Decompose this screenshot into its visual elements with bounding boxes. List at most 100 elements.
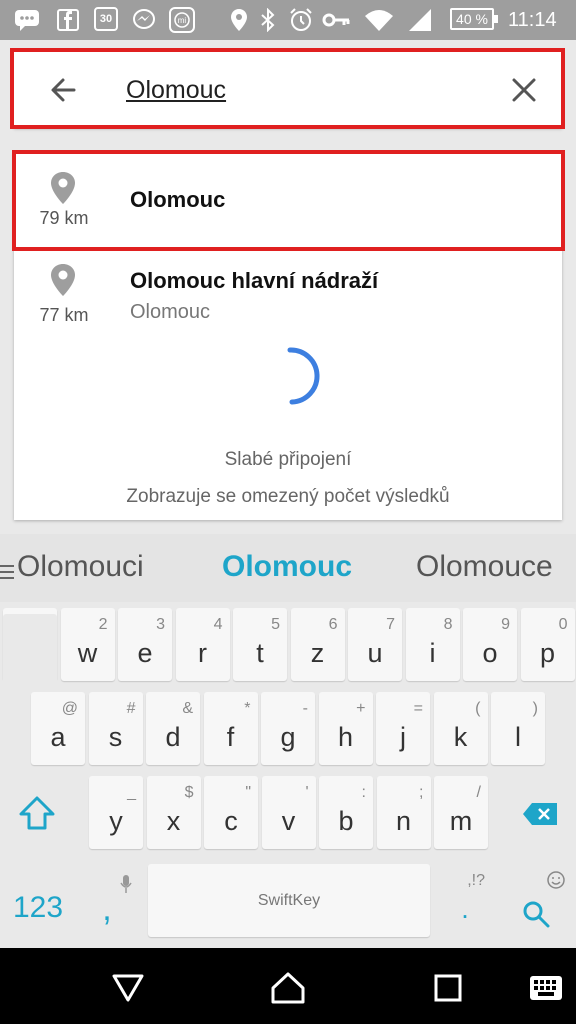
key-y[interactable]: _ y: [89, 776, 143, 849]
suggestion-left[interactable]: Olomouci: [17, 550, 144, 584]
key-l[interactable]: ) l: [491, 692, 545, 765]
nav-back-icon[interactable]: [108, 968, 148, 1008]
key-alt-label: ;: [419, 784, 424, 801]
key-d[interactable]: & d: [146, 692, 200, 765]
navigation-bar: [0, 948, 576, 1024]
key-o[interactable]: 9o: [463, 608, 517, 681]
key-k[interactable]: (k: [433, 692, 488, 765]
location-pin-icon: [51, 264, 75, 296]
result-item[interactable]: 79 km Olomouc: [14, 153, 562, 248]
key-r[interactable]: 4r: [175, 608, 230, 681]
key-u[interactable]: 7u: [348, 608, 402, 681]
key-label: j: [400, 722, 406, 752]
result-title: Olomouc hlavní nádraží: [130, 268, 379, 293]
key-alt-label: @: [61, 700, 78, 717]
key-e[interactable]: 3e: [118, 608, 172, 681]
key-n[interactable]: ; n: [376, 776, 431, 849]
result-subtitle: Olomouc: [130, 301, 211, 323]
key-a[interactable]: @ a: [31, 692, 85, 765]
key-x[interactable]: $ x: [146, 776, 201, 849]
space-key[interactable]: SwiftKey: [148, 864, 430, 937]
key-g[interactable]: -g: [261, 692, 315, 765]
keyboard-switch-icon[interactable]: [526, 968, 566, 1008]
key-label: n: [395, 806, 412, 836]
key-t[interactable]: 5t: [233, 608, 287, 681]
back-button[interactable]: [44, 70, 84, 110]
suggestion-right[interactable]: Olomouce: [416, 550, 553, 584]
result-title: Olomouc: [130, 187, 226, 212]
menu-icon[interactable]: [0, 564, 14, 585]
location-icon: [230, 7, 248, 33]
key-alt-label: =: [413, 700, 423, 717]
wifi-icon: [364, 7, 394, 33]
key-label: u: [367, 638, 383, 668]
numbers-key[interactable]: 123: [3, 864, 73, 937]
connection-status-title: Slabé připojení: [224, 449, 352, 470]
key-f[interactable]: * f: [203, 692, 258, 765]
key-v[interactable]: ' v: [261, 776, 316, 849]
key-alt-label: /: [476, 784, 481, 801]
key-label: h: [337, 722, 354, 752]
key-c[interactable]: " c: [204, 776, 258, 849]
key-alt-label: &: [182, 700, 193, 717]
key-label: i: [429, 638, 436, 668]
clear-button[interactable]: [504, 70, 544, 110]
key-alt-label: *: [244, 700, 251, 717]
key-label: p: [539, 638, 556, 668]
key-h[interactable]: + h: [318, 692, 373, 765]
battery-level: 40 %: [456, 11, 488, 27]
connection-status-subtitle: Zobrazuje se omezený počet výsledků: [126, 486, 450, 507]
search-key[interactable]: [508, 864, 570, 937]
key-alt-label: ): [532, 700, 538, 717]
key-label: s: [108, 722, 123, 752]
key-label: x: [166, 806, 181, 836]
key-w[interactable]: 2w: [60, 608, 115, 681]
status-bar: 30 mi 40 % 11:14: [0, 0, 576, 40]
key-alt-label: 6: [328, 616, 338, 633]
key-alt-label: 5: [271, 616, 280, 633]
swiftkey-logo: SwiftKey: [257, 892, 321, 909]
key-label: t: [256, 638, 264, 668]
calendar-day: 30: [99, 13, 113, 25]
key-alt-label: ": [245, 784, 251, 801]
suggestion-center[interactable]: Olomouc: [222, 550, 352, 584]
search-icon: [523, 901, 550, 928]
key-alt-label: -: [302, 700, 308, 717]
location-pin-icon: [51, 172, 75, 204]
backspace-key[interactable]: [510, 776, 570, 849]
facebook-icon: [57, 7, 79, 33]
key-alt-label: +: [356, 700, 366, 717]
emoji-icon: [547, 871, 565, 889]
result-distance: 79 km: [39, 208, 89, 228]
key-p[interactable]: 0p: [520, 608, 575, 681]
key-label: e: [137, 638, 153, 668]
key-m[interactable]: / m: [434, 776, 488, 849]
suggestion-bar: Olomouci Olomouc Olomouce: [0, 534, 576, 602]
key-b[interactable]: :b: [319, 776, 373, 849]
key-alt-label: 9: [501, 616, 510, 633]
comma-key-label: ,: [102, 890, 112, 928]
key-alt-label: $: [184, 784, 194, 801]
battery-indicator: 40 %: [450, 8, 498, 30]
key-i[interactable]: 8i: [405, 608, 460, 681]
key-alt-label: ': [305, 784, 309, 801]
period-key[interactable]: ,!? .: [438, 864, 492, 937]
key-alt-label: 2: [98, 616, 108, 633]
bluetooth-icon: [260, 7, 276, 33]
key-z[interactable]: 6z: [290, 608, 345, 681]
search-input[interactable]: [126, 72, 486, 108]
key-alt-label: 3: [156, 616, 165, 633]
key-label: z: [310, 638, 325, 668]
nav-home-icon[interactable]: [268, 968, 308, 1008]
key-label: k: [453, 722, 468, 752]
key-alt-label: 0: [558, 616, 568, 633]
key-label: g: [280, 722, 296, 752]
result-item[interactable]: 77 km Olomouc hlavní nádraží Olomouc: [14, 251, 562, 346]
key-j[interactable]: = j: [376, 692, 430, 765]
key-label: w: [77, 638, 98, 668]
shift-key[interactable]: [3, 614, 57, 687]
key-s[interactable]: # s: [88, 692, 143, 765]
comma-key[interactable]: ,: [80, 864, 134, 937]
nav-recents-icon[interactable]: [428, 968, 468, 1008]
result-distance: 77 km: [39, 305, 89, 325]
